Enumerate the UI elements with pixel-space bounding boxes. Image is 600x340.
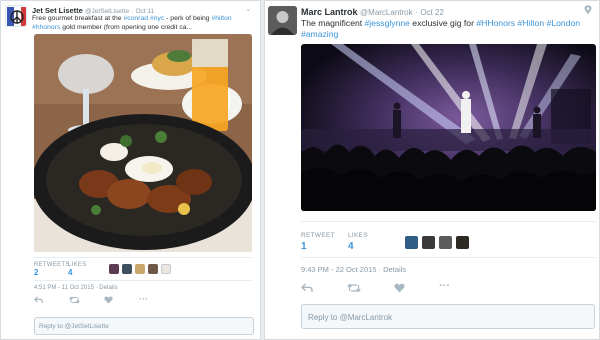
favoriter-avatar[interactable] (161, 264, 171, 274)
author-handle[interactable]: @JetSetLisette (85, 8, 129, 15)
favoriter-avatar[interactable] (148, 264, 158, 274)
heart-icon[interactable] (104, 296, 113, 304)
hashtag-hhonors[interactable]: #HHonors (476, 18, 515, 28)
hashtag-amazing[interactable]: #amazing (301, 29, 338, 39)
tweet-text: Free gourmet breakfast at the #conrad #n… (32, 15, 232, 31)
reply-icon[interactable] (301, 283, 313, 293)
retweet-icon[interactable] (347, 283, 361, 293)
more-icon[interactable]: ··· (139, 295, 148, 304)
tweet-timestamp[interactable]: 9:43 PM - 22 Oct 2015 · Details (301, 265, 406, 274)
divider (34, 257, 252, 258)
favoriter-avatar[interactable] (122, 264, 132, 274)
retweets-count[interactable]: 1 (301, 241, 307, 252)
author-name[interactable]: Jet Set Lisette @JetSetLisette · Oct 11 (32, 6, 154, 15)
favoriter-avatar[interactable] (405, 236, 418, 249)
hashtag-nyc[interactable]: #nyc (150, 15, 164, 22)
favoriter-avatar[interactable] (439, 236, 452, 249)
breakfast-photo-image (34, 34, 252, 252)
reply-input[interactable]: Reply to @MarcLantrok (301, 304, 595, 329)
favoriter-avatar[interactable] (422, 236, 435, 249)
reply-input[interactable]: Reply to @JetSetLisette (34, 317, 254, 335)
tweet-card-2: Marc Lantrok @MarcLantrok · Oct 22 The m… (264, 0, 600, 340)
retweets-label: RETWEETS (34, 262, 70, 268)
more-icon[interactable]: ··· (439, 281, 450, 292)
tweet-date-separator: · (131, 8, 134, 15)
tweet-date[interactable]: Oct 11 (136, 8, 155, 15)
favoriter-avatar[interactable] (456, 236, 469, 249)
hashtag-hilton[interactable]: #Hilton (517, 18, 544, 28)
favoriter-avatar[interactable] (135, 264, 145, 274)
likes-count[interactable]: 4 (348, 241, 354, 252)
reply-icon[interactable] (34, 296, 43, 304)
concert-photo[interactable] (301, 44, 596, 211)
hashtag-london[interactable]: #London (547, 18, 580, 28)
likes-label: LIKES (348, 232, 368, 239)
avatar[interactable] (268, 6, 297, 35)
reply-placeholder: Reply to @MarcLantrok (308, 313, 393, 322)
divider (301, 221, 596, 222)
breakfast-photo[interactable] (34, 34, 252, 252)
author-handle[interactable]: @MarcLantrok (360, 8, 413, 17)
profile-photo-icon (268, 6, 297, 35)
hashtag-conrad[interactable]: #conrad (123, 15, 148, 22)
retweets-count[interactable]: 2 (34, 268, 38, 277)
author-name[interactable]: Marc Lantrok @MarcLantrok · Oct 22 (301, 7, 444, 17)
chevron-down-icon[interactable]: ⌄ (245, 4, 252, 13)
peace-avatar-icon (7, 7, 26, 26)
likes-count[interactable]: 4 (68, 268, 72, 277)
hashtag-hhonors[interactable]: #hhonors (32, 24, 60, 31)
tweet-text: The magnificent #jessglynne exclusive gi… (301, 18, 581, 40)
tweet-date-separator: · (415, 8, 418, 17)
concert-photo-image (301, 44, 596, 211)
tweet-timestamp[interactable]: 4:51 PM - 11 Oct 2015 · Details (34, 285, 118, 291)
location-icon[interactable] (584, 5, 592, 15)
heart-icon[interactable] (394, 283, 405, 293)
tweet-card-1: Jet Set Lisette @JetSetLisette · Oct 11 … (0, 0, 261, 340)
tweet-date[interactable]: Oct 22 (420, 8, 444, 17)
hashtag-jessglynne[interactable]: #jessglynne (365, 18, 410, 28)
hashtag-hilton[interactable]: #hilton (211, 15, 231, 22)
avatar[interactable] (5, 5, 27, 27)
divider (301, 257, 596, 258)
reply-placeholder: Reply to @JetSetLisette (39, 323, 109, 330)
divider (34, 280, 252, 281)
retweets-label: RETWEET (301, 232, 335, 239)
favoriter-avatar[interactable] (109, 264, 119, 274)
retweet-icon[interactable] (69, 296, 80, 304)
